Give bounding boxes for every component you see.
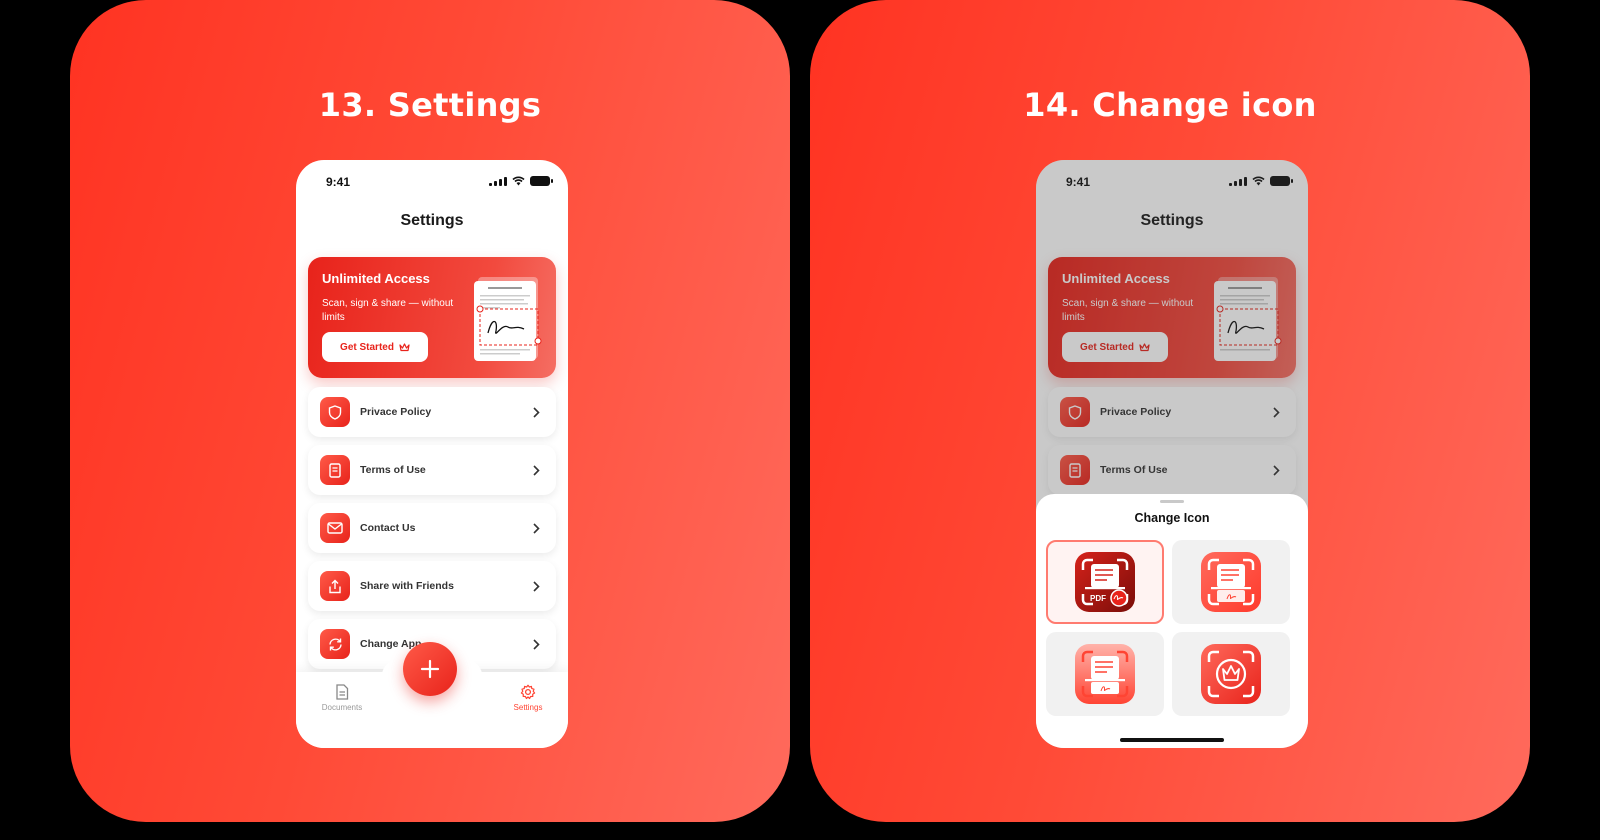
app-icon-scan-gradient: [1075, 644, 1135, 704]
crown-icon: [399, 342, 410, 351]
menu-item-privacy-policy[interactable]: Privace Policy: [308, 387, 556, 437]
mail-icon: [320, 513, 350, 543]
chevron-right-icon: [530, 406, 542, 418]
menu-item-label: Contact Us: [360, 522, 416, 534]
chevron-right-icon: [530, 522, 542, 534]
sheet-grabber[interactable]: [1160, 500, 1184, 503]
gear-icon: [520, 684, 536, 700]
home-indicator: [1120, 738, 1224, 742]
promo-title: Unlimited Access: [322, 271, 430, 286]
plus-icon: [420, 659, 440, 679]
pdf-badge-text: PDF: [1090, 594, 1106, 603]
menu-item-label: Share with Friends: [360, 580, 454, 592]
menu-item-contact-us[interactable]: Contact Us: [308, 503, 556, 553]
app-icon-crown: [1201, 644, 1261, 704]
battery-icon: [530, 176, 553, 186]
menu-item-share-with-friends[interactable]: Share with Friends: [308, 561, 556, 611]
icon-option-crown[interactable]: [1172, 632, 1290, 716]
app-icon-pdf-dark: PDF: [1075, 552, 1135, 612]
change-icon-sheet: Change Icon PDF: [1036, 494, 1308, 748]
app-icon-scan-light: [1201, 552, 1261, 612]
document-icon: [320, 455, 350, 485]
panel-title: 14. Change icon: [1023, 86, 1317, 124]
tab-documents-label: Documents: [321, 703, 363, 712]
panel-title: 13. Settings: [318, 86, 542, 124]
share-icon: [320, 571, 350, 601]
screen-title: Settings: [400, 212, 464, 229]
signal-icon: [489, 176, 507, 186]
shield-icon: [320, 397, 350, 427]
get-started-label: Get Started: [340, 341, 394, 353]
status-bar: 9:41: [296, 172, 568, 192]
wifi-icon: [512, 176, 525, 186]
signed-document-illustration: [474, 277, 542, 361]
chevron-right-icon: [530, 580, 542, 592]
status-time: 9:41: [326, 175, 351, 189]
phone-screen: 9:41 Settings Unlimited Access Scan, sig…: [1036, 160, 1308, 748]
promo-card[interactable]: Unlimited Access Scan, sign & share — wi…: [308, 257, 556, 378]
menu-item-label: Terms of Use: [360, 464, 426, 476]
icon-option-light-red-scan[interactable]: [1172, 540, 1290, 624]
icon-option-gradient-scan[interactable]: [1046, 632, 1164, 716]
tab-settings-label: Settings: [513, 703, 543, 712]
settings-showcase-panel: 13. Settings 9:41 Settings Unlimited Acc…: [70, 0, 790, 822]
add-document-button[interactable]: [403, 642, 457, 696]
menu-item-label: Privace Policy: [360, 406, 432, 418]
tab-bar: Documents Settings: [296, 642, 568, 748]
refresh-icon: [320, 629, 350, 659]
chevron-right-icon: [530, 464, 542, 476]
get-started-button[interactable]: Get Started: [322, 332, 428, 362]
menu-item-terms-of-use[interactable]: Terms of Use: [308, 445, 556, 495]
tab-documents[interactable]: Documents: [312, 684, 372, 712]
document-icon: [336, 684, 349, 700]
change-icon-showcase-panel: 14. Change icon 9:41 Settings Unlimited …: [810, 0, 1530, 822]
sheet-title: Change Icon: [1134, 511, 1210, 525]
tab-settings[interactable]: Settings: [498, 684, 558, 712]
chevron-right-icon: [530, 638, 542, 650]
icon-option-dark-red-pdf[interactable]: PDF: [1046, 540, 1164, 624]
promo-subtitle: Scan, sign & share — without limits: [322, 298, 454, 323]
phone-screen: 9:41 Settings Unlimited Access Scan, sig…: [296, 160, 568, 748]
